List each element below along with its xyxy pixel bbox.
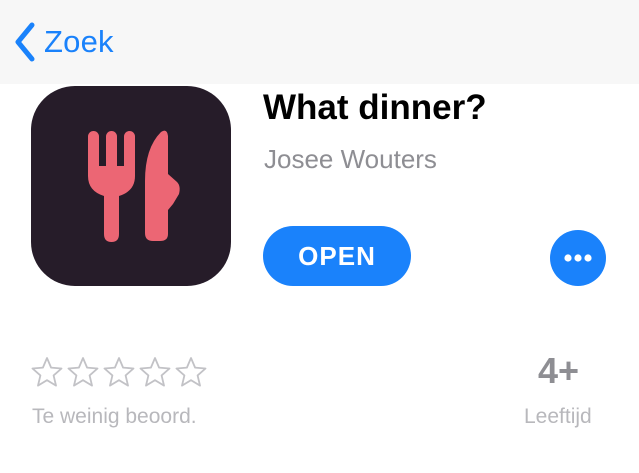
chevron-left-icon <box>14 22 36 62</box>
star-icon <box>103 357 135 387</box>
open-button[interactable]: OPEN <box>263 226 411 286</box>
more-button[interactable] <box>550 230 606 286</box>
age-rating-caption: Leeftijd <box>524 405 592 428</box>
star-icon <box>175 357 207 387</box>
back-button[interactable]: Zoek <box>14 18 114 66</box>
app-title: What dinner? <box>263 88 487 127</box>
navigation-bar: Zoek <box>0 0 639 84</box>
age-rating-value: 4+ <box>538 350 580 391</box>
app-icon <box>31 86 231 286</box>
app-developer[interactable]: Josee Wouters <box>264 144 437 175</box>
rating-caption: Te weinig beoord. <box>32 405 197 428</box>
rating-stars <box>30 356 208 388</box>
star-icon <box>139 357 171 387</box>
back-button-label: Zoek <box>44 24 114 59</box>
star-icon <box>31 357 63 387</box>
star-icon <box>67 357 99 387</box>
